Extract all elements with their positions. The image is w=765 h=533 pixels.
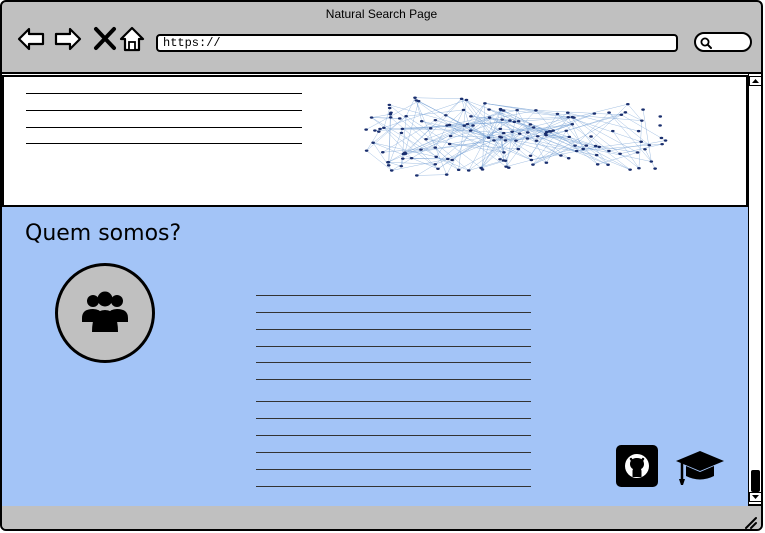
text-placeholder-line — [26, 93, 302, 94]
about-section: Quem somos? — [2, 207, 748, 506]
text-placeholder-line — [256, 486, 531, 487]
text-placeholder-line — [26, 127, 302, 128]
close-icon[interactable] — [90, 24, 120, 54]
browser-window: Natural Search Page https:// Quem somos? — [0, 0, 763, 531]
team-avatar — [55, 263, 155, 363]
text-placeholder-line — [256, 295, 531, 296]
team-icon — [82, 291, 128, 332]
graduation-cap-icon[interactable] — [674, 447, 726, 487]
vertical-scrollbar[interactable] — [748, 72, 762, 506]
search-field[interactable] — [694, 32, 752, 52]
window-title: Natural Search Page — [325, 7, 438, 21]
back-icon[interactable] — [16, 24, 46, 54]
status-bar — [2, 506, 761, 529]
text-placeholder-line — [256, 401, 531, 402]
home-icon[interactable] — [117, 24, 147, 54]
scroll-down-icon[interactable] — [749, 492, 762, 502]
text-placeholder-line — [26, 110, 302, 111]
resize-grip-icon[interactable] — [743, 515, 759, 529]
text-placeholder-line — [256, 452, 531, 453]
search-icon — [700, 37, 712, 49]
text-placeholder-line — [256, 362, 531, 363]
about-title: Quem somos? — [25, 221, 182, 246]
url-input[interactable]: https:// — [156, 34, 678, 52]
text-placeholder-line — [256, 346, 531, 347]
text-placeholder-line — [256, 435, 531, 436]
text-placeholder-line — [256, 418, 531, 419]
scroll-up-icon[interactable] — [749, 76, 762, 86]
network-graph-image — [364, 96, 668, 177]
page-viewport: Quem somos? — [2, 72, 748, 506]
text-placeholder-line — [26, 143, 302, 144]
text-placeholder-line — [256, 312, 531, 313]
scroll-thumb[interactable] — [751, 470, 760, 492]
text-placeholder-line — [256, 469, 531, 470]
text-placeholder-line — [256, 329, 531, 330]
text-placeholder-line — [256, 379, 531, 380]
hero-section — [2, 75, 748, 207]
forward-icon[interactable] — [53, 24, 83, 54]
github-icon[interactable] — [616, 445, 658, 487]
